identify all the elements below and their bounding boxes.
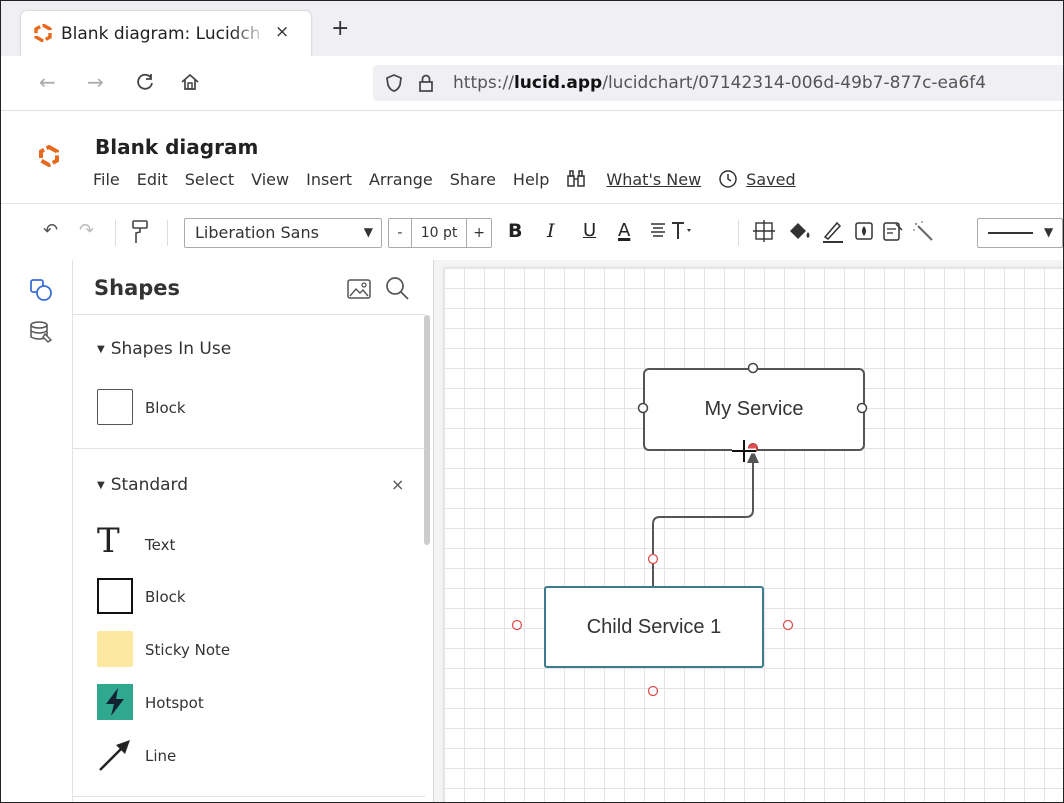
shield-icon[interactable] [385, 73, 403, 93]
connectors-overlay [511, 362, 868, 697]
whats-new-link[interactable]: What's New [606, 170, 701, 189]
font-size-decrease-button[interactable]: - [389, 219, 412, 247]
home-icon[interactable] [179, 71, 201, 93]
font-family-select[interactable]: Liberation Sans ▼ [184, 218, 382, 248]
document-title[interactable]: Blank diagram [95, 135, 258, 159]
lucid-logo-icon [34, 24, 52, 42]
sticky-note-icon [97, 631, 133, 667]
shape-item-sticky-note[interactable]: Sticky Note [97, 631, 347, 671]
browser-tab[interactable]: Blank diagram: Lucidch × [21, 11, 311, 56]
format-painter-icon[interactable] [131, 219, 149, 245]
diagram-canvas[interactable]: My Service Child Service 1 [434, 260, 1063, 802]
line-style-select[interactable]: ▼ [977, 218, 1063, 248]
menu-view[interactable]: View [251, 170, 289, 189]
line-color-icon[interactable] [821, 220, 845, 244]
chevron-down-icon: ▼ [363, 225, 373, 239]
block-shape-icon [97, 578, 133, 614]
lucid-logo-icon[interactable] [39, 145, 59, 167]
connection-handle[interactable] [647, 685, 659, 697]
font-size-stepper: - 10 pt + [388, 218, 492, 248]
section-standard[interactable]: ▼ Standard [97, 475, 188, 495]
data-icon[interactable] [29, 320, 53, 344]
menu-help[interactable]: Help [513, 170, 549, 189]
shape-item-block[interactable]: Block [97, 578, 347, 618]
position-icon[interactable] [753, 220, 775, 242]
reload-icon[interactable] [135, 72, 155, 92]
style-presets-icon[interactable] [882, 220, 906, 242]
font-size-increase-button[interactable]: + [467, 219, 491, 247]
browser-tab-bar: Blank diagram: Lucidch × + [1, 1, 1063, 56]
text-options-icon[interactable] [669, 221, 695, 241]
menu-select[interactable]: Select [185, 170, 234, 189]
format-toolbar: ↶ ↷ Liberation Sans ▼ - 10 pt + B I U A [1, 203, 1063, 261]
menu-bar: File Edit Select View Insert Arrange Sha… [93, 169, 813, 189]
align-text-icon[interactable] [649, 221, 667, 239]
triangle-down-icon: ▼ [97, 480, 105, 491]
opacity-icon[interactable] [854, 221, 874, 241]
font-color-button[interactable]: A [618, 218, 630, 244]
connector-line[interactable] [652, 462, 754, 586]
lock-icon[interactable] [417, 73, 435, 93]
shape-item-line[interactable]: Line [97, 737, 347, 777]
fill-color-icon[interactable] [787, 220, 813, 242]
saved-status-link[interactable]: Saved [746, 170, 795, 189]
text-shape-icon: T [97, 521, 120, 561]
triangle-down-icon: ▼ [97, 344, 105, 355]
connection-handle[interactable] [747, 362, 759, 374]
line-arrow-icon [99, 740, 130, 771]
magic-wand-icon[interactable] [912, 220, 938, 244]
menu-file[interactable]: File [93, 170, 120, 189]
panel-scrollbar[interactable] [424, 315, 430, 545]
bold-button[interactable]: B [508, 218, 522, 244]
shape-item-text[interactable]: T Text [97, 524, 347, 564]
underline-button[interactable]: U [583, 218, 596, 244]
image-icon[interactable] [346, 277, 372, 301]
block-shape-icon [97, 389, 133, 425]
forward-arrow-icon[interactable]: → [87, 72, 104, 92]
menu-share[interactable]: Share [450, 170, 496, 189]
shapes-panel-title: Shapes [94, 276, 181, 300]
hotspot-icon [97, 684, 133, 720]
menu-arrange[interactable]: Arrange [369, 170, 433, 189]
left-rail [1, 260, 73, 802]
search-icon[interactable] [384, 275, 410, 301]
menu-insert[interactable]: Insert [306, 170, 352, 189]
connection-handle[interactable] [637, 402, 649, 414]
close-icon[interactable]: × [391, 475, 404, 494]
back-arrow-icon[interactable]: ← [39, 72, 56, 92]
connection-handle[interactable] [782, 619, 794, 631]
chevron-down-icon: ▼ [1044, 225, 1054, 239]
connection-handle[interactable] [511, 619, 523, 631]
app-window: Blank diagram: Lucidch × + ← → https://l… [0, 0, 1064, 803]
menu-edit[interactable]: Edit [137, 170, 168, 189]
section-shapes-in-use[interactable]: ▼ Shapes In Use [97, 339, 231, 359]
url-text: https://lucid.app/lucidchart/07142314-00… [453, 73, 987, 93]
undo-icon[interactable]: ↶ [43, 218, 58, 244]
url-bar[interactable]: https://lucid.app/lucidchart/07142314-00… [373, 65, 1063, 101]
shape-item-hotspot[interactable]: Hotspot [97, 684, 347, 724]
connection-handle[interactable] [647, 553, 659, 565]
font-size-input[interactable]: 10 pt [412, 219, 468, 247]
clock-icon [719, 170, 737, 188]
new-tab-button[interactable]: + [331, 18, 349, 40]
document-header: Blank diagram File Edit Select View Inse… [1, 111, 1063, 203]
italic-button[interactable]: I [547, 218, 555, 244]
shapes-icon[interactable] [29, 278, 53, 302]
browser-nav-bar: ← → https://lucid.app/lucidchart/0714231… [1, 56, 1063, 111]
redo-icon[interactable]: ↷ [79, 218, 94, 244]
shapes-panel: Shapes ▼ Shapes In Use Block ▼ Standard × … [73, 260, 434, 802]
connection-handle[interactable] [856, 402, 868, 414]
binoculars-icon[interactable] [566, 169, 586, 189]
tab-close-button[interactable]: × [275, 22, 289, 42]
shape-item-block[interactable]: Block [97, 389, 347, 429]
